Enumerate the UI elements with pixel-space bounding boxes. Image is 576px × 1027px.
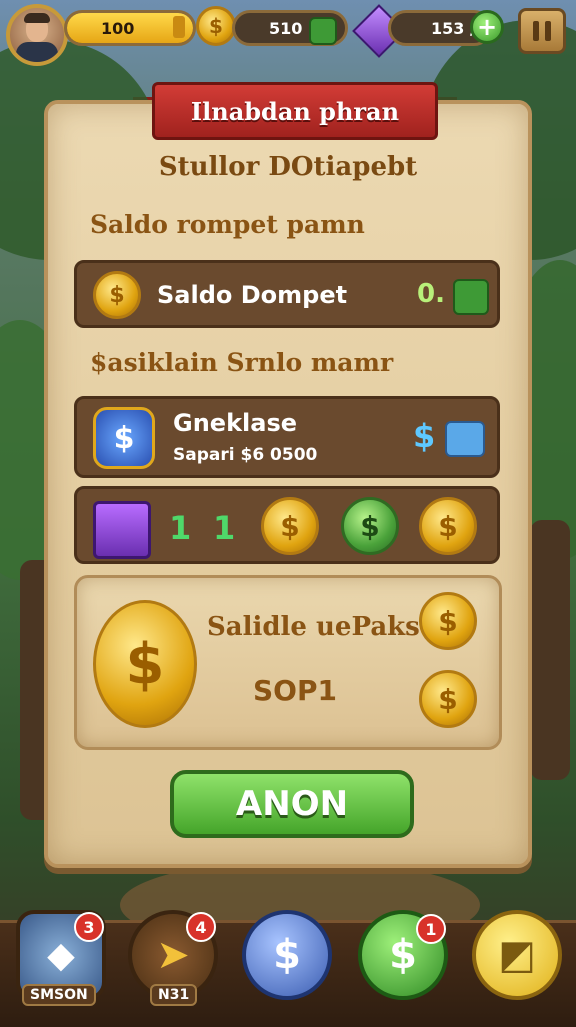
wallet-label: Saldo Dompet [157,281,348,309]
currency-count-b: 1 [213,509,236,547]
coin-icon: $ [93,271,141,319]
panel-subtitle: Stullor DOtiapebt [158,152,418,182]
panel-title: Ilnabdan phran [133,82,457,140]
nav-ticket-button[interactable]: ◩ [472,910,562,1000]
nav-arrow-label: N31 [150,984,198,1006]
cash-bundle-icon[interactable] [93,501,151,559]
wallet-section-label: Saldo rompet pamn [90,210,365,239]
pause-icon [533,21,539,41]
nav-shield-badge: 3 [74,912,104,942]
nav-blue-coin-button[interactable]: $ [242,910,332,1000]
cash-icon [309,17,337,45]
nav-shield-label: SMSON [22,984,96,1006]
coins-value: 510 [269,19,303,38]
shield-icon: ◆ [47,934,75,976]
cash-icon[interactable] [453,279,489,315]
ticket-icon: ◩ [498,932,536,978]
nav-green-badge: 1 [416,914,446,944]
currency-row: 1 1 $ $ $ [74,486,500,564]
item-icon: $ [93,407,155,469]
dollar-icon: $ [273,932,301,978]
nav-arrow-badge: 4 [186,912,216,942]
big-coin-icon: $ [93,600,197,728]
coins-counter: 510 [232,10,348,46]
add-currency-button[interactable]: + [470,10,504,44]
coin-icon: $ [196,6,236,46]
coin-icon: $ [419,670,477,728]
energy-cap-icon [173,16,185,38]
shop-item-row[interactable]: $ Gneklase Sapari $6 0500 $ [74,396,500,478]
arrow-icon: ➤ [156,932,190,978]
item-sub: Sapari $6 0500 [173,445,318,465]
item-name: Gneklase [173,409,298,437]
dollar-icon: $ [389,932,417,978]
currency-count-a: 1 [169,509,192,547]
coin-icon: $ [419,592,477,650]
purchase-icon[interactable] [445,421,485,457]
reward-value: SOP1 [253,674,337,707]
coin-icon[interactable]: $ [261,497,319,555]
reward-card: $ Salidle uePaks SOP1 $ $ [74,575,502,750]
top-hud: 100 $ 510 153 / + [0,0,576,66]
wallet-value: 0. [417,279,445,309]
energy-bar: 100 [64,10,196,46]
green-coin-icon[interactable]: $ [341,497,399,555]
item-price-symbol: $ [413,417,436,455]
wallet-balance-row: $ Saldo Dompet 0. [74,260,500,328]
shop-section-label: $asiklain Srnlo mamr [90,348,394,377]
coin-icon[interactable]: $ [419,497,477,555]
reward-title: Salidle uePaks [207,612,420,642]
pause-button[interactable] [518,8,566,54]
energy-value: 100 [101,19,135,38]
player-avatar[interactable] [6,4,68,66]
action-button[interactable]: ANON [170,770,414,838]
